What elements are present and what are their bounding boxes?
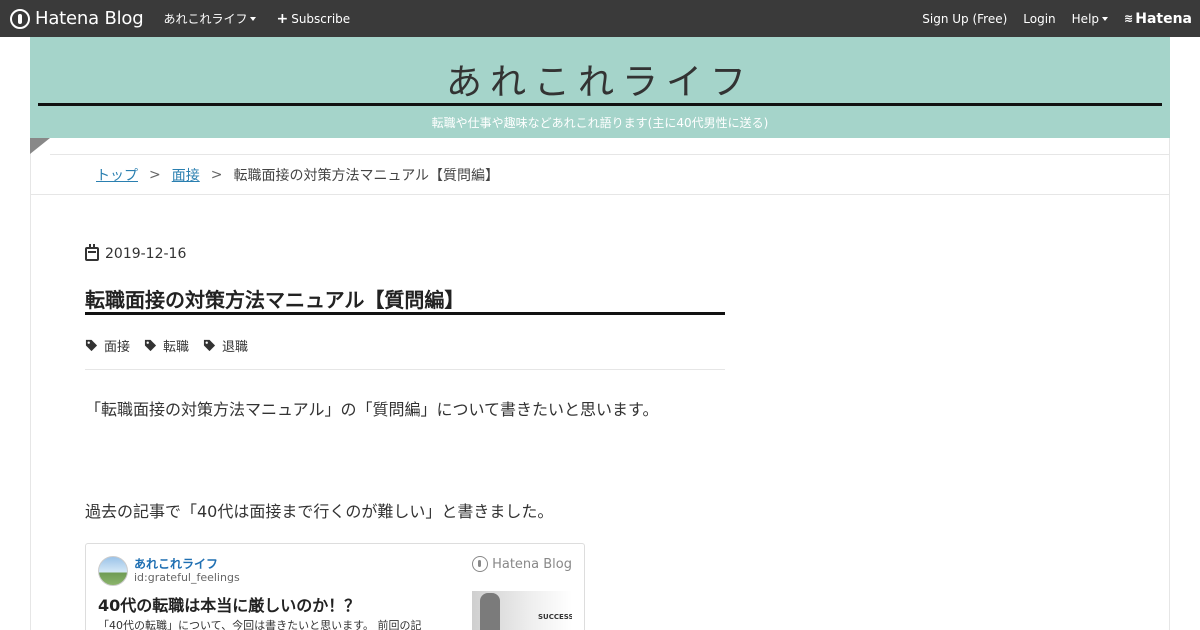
- hatena-navbar: Hatena Blog あれこれライフ + Subscribe Sign Up …: [0, 0, 1200, 37]
- blog-description: 転職や仕事や趣味などあれこれ語ります(主に40代男性に送る): [431, 116, 769, 130]
- subscribe-button[interactable]: + Subscribe: [276, 12, 350, 26]
- embed-thumbnail[interactable]: SUCCESS: [472, 591, 572, 630]
- help-dropdown[interactable]: Help: [1071, 11, 1109, 26]
- entry-date-text: 2019-12-16: [105, 246, 187, 262]
- entry-paragraph: 過去の記事で「40代は面接まで行くのが難しい」と書きました。: [85, 502, 554, 521]
- hatena-logo[interactable]: ≋ Hatena: [1124, 11, 1192, 27]
- entry-title[interactable]: 転職面接の対策方法マニュアル【質問編】: [85, 284, 464, 313]
- thumbnail-person: [480, 593, 500, 630]
- hatena-blog-logo-icon: [472, 556, 489, 572]
- signup-link[interactable]: Sign Up (Free): [922, 12, 1007, 26]
- calendar-icon: [85, 244, 99, 261]
- login-link[interactable]: Login: [1023, 12, 1055, 26]
- tag-icon: [144, 339, 157, 352]
- tag-icon: [203, 339, 216, 352]
- embed-hatena-blog-logo: Hatena Blog: [472, 556, 572, 572]
- breadcrumb: トップ > 面接 > 転職面接の対策方法マニュアル【質問編】: [96, 165, 499, 185]
- entry-paragraph: 「転職面接の対策方法マニュアル」の「質問編」について書きたいと思います。: [85, 400, 659, 419]
- hatena-logo-text: Hatena: [1135, 10, 1192, 27]
- header-sub-strip: [50, 138, 1170, 155]
- embed-excerpt: 「40代の転職」について、今回は書きたいと思います。 前回の記: [98, 619, 422, 630]
- embed-blog-name[interactable]: あれこれライフ: [134, 555, 218, 572]
- tag-icon: [85, 339, 98, 352]
- tag-label: 退職: [222, 340, 249, 355]
- hatena-blog-brand: Hatena Blog: [35, 8, 144, 29]
- tag-label: 転職: [163, 340, 190, 355]
- embed-user-id: id:grateful_feelings: [134, 571, 240, 584]
- blog-menu-label: あれこれライフ: [163, 12, 248, 26]
- breadcrumb-current: 転職面接の対策方法マニュアル【質問編】: [233, 168, 500, 184]
- breadcrumb-separator: >: [149, 167, 161, 183]
- breadcrumb-top-link[interactable]: トップ: [96, 165, 138, 185]
- ribbon-fold: [30, 138, 50, 154]
- caret-down-icon: [1102, 16, 1109, 21]
- tags-divider: [85, 369, 725, 370]
- blog-header: あれこれライフ 転職や仕事や趣味などあれこれ語ります(主に40代男性に送る): [30, 37, 1170, 138]
- avatar: [98, 556, 128, 586]
- hatena-blog-logo-icon: [10, 8, 30, 29]
- title-underline: [85, 312, 725, 315]
- plus-icon: +: [276, 10, 289, 27]
- tag-label: 面接: [104, 340, 131, 355]
- blog-menu-dropdown[interactable]: あれこれライフ: [163, 10, 257, 27]
- header-divider: [38, 103, 1162, 106]
- thumbnail-word: SUCCESS: [538, 613, 572, 621]
- entry-tags: 面接 転職 退職: [85, 336, 262, 355]
- embed-logo-text: Hatena Blog: [492, 556, 572, 572]
- entry-date[interactable]: 2019-12-16: [85, 244, 187, 262]
- tag-link[interactable]: 転職: [144, 336, 189, 355]
- embed-title[interactable]: 40代の転職は本当に厳しいのか！？: [98, 592, 360, 616]
- blog-embed-card[interactable]: あれこれライフ id:grateful_feelings Hatena Blog…: [85, 543, 585, 630]
- tag-link[interactable]: 面接: [85, 336, 130, 355]
- breadcrumb-category-link[interactable]: 面接: [172, 165, 200, 185]
- caret-down-icon: [250, 16, 257, 21]
- nav-right-group: Sign Up (Free) Login Help ≋ Hatena: [906, 0, 1192, 37]
- help-label: Help: [1071, 11, 1100, 26]
- breadcrumb-divider: [31, 194, 1169, 195]
- subscribe-label: Subscribe: [291, 11, 351, 26]
- breadcrumb-separator: >: [210, 167, 223, 183]
- blog-title[interactable]: あれこれライフ: [30, 53, 1170, 105]
- hatena-wave-icon: ≋: [1124, 12, 1134, 25]
- hatena-blog-logo[interactable]: Hatena Blog: [10, 0, 144, 37]
- tag-link[interactable]: 退職: [203, 336, 248, 355]
